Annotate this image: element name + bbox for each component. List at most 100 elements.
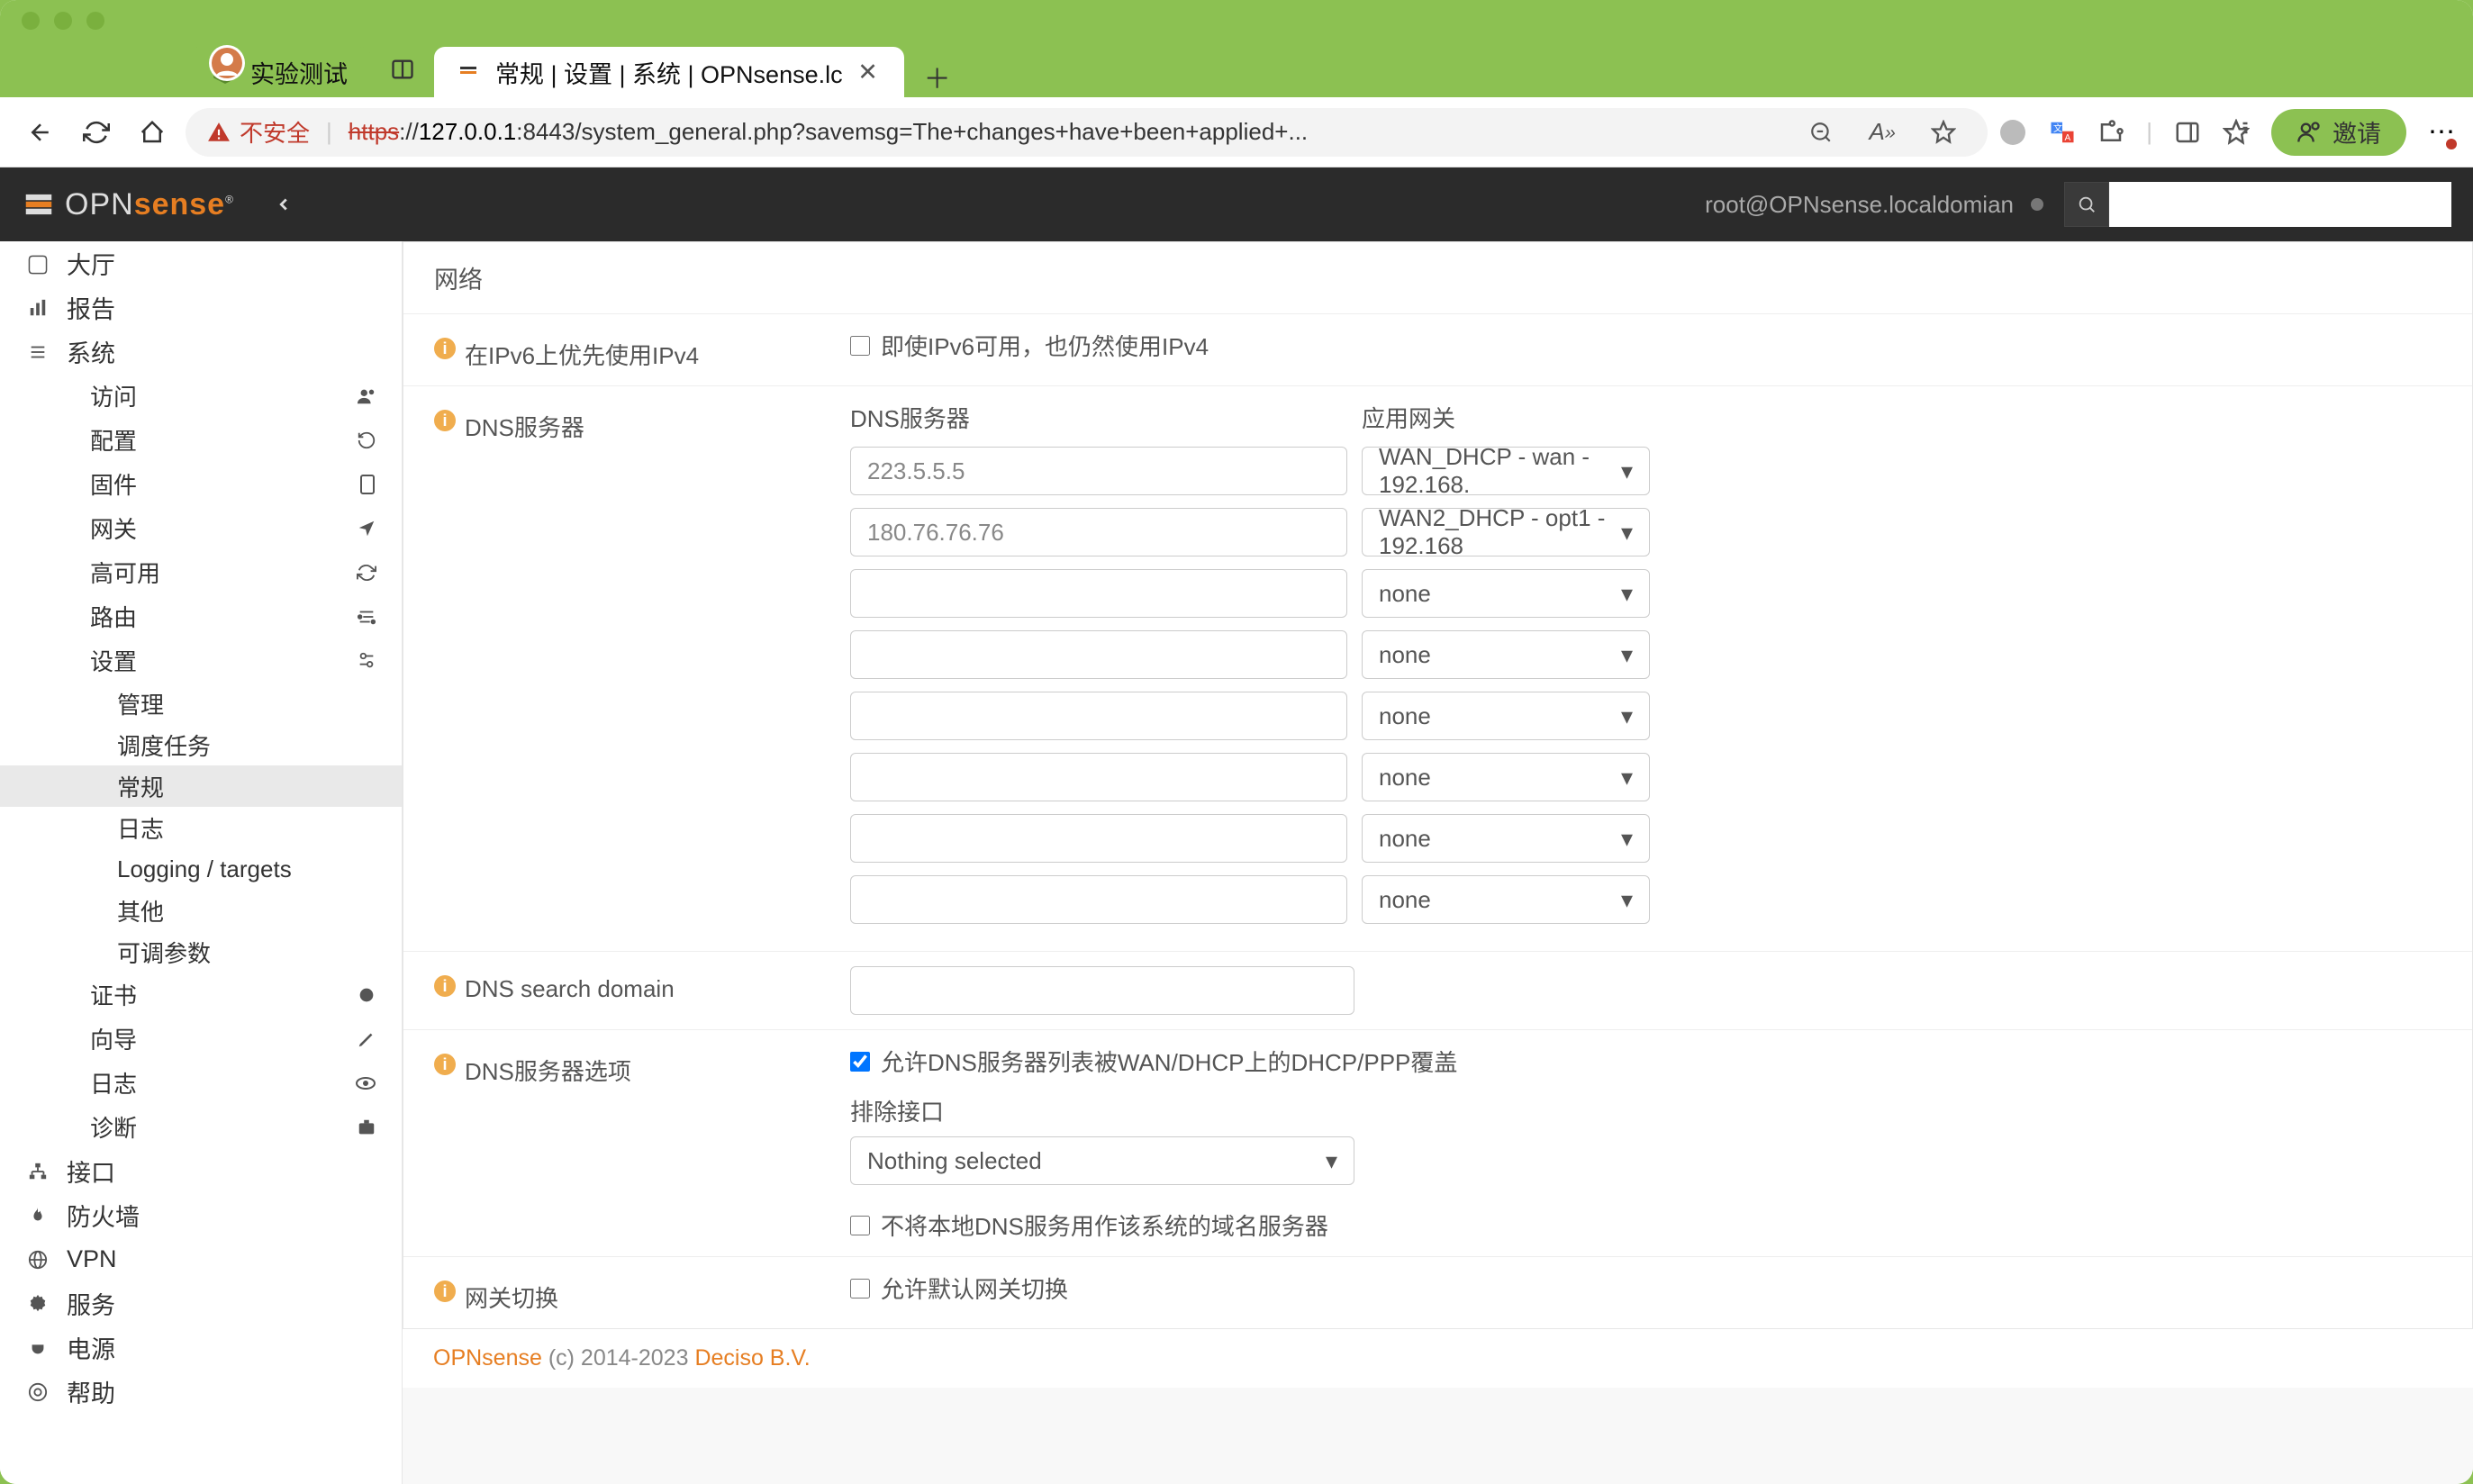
read-aloud-icon[interactable]: A» (1860, 110, 1905, 155)
favorite-icon[interactable] (1921, 110, 1966, 155)
sidebar-item-admin[interactable]: 管理 (0, 683, 402, 724)
sidebar-item-services[interactable]: 服务 (0, 1281, 402, 1326)
back-button[interactable] (18, 110, 63, 155)
dns-row: none▾ (850, 875, 2454, 924)
sidebar-item-syslog[interactable]: 日志 (0, 1061, 402, 1105)
sidebar-item-power[interactable]: 电源 (0, 1326, 402, 1370)
sidebar-item-report[interactable]: 报告 (0, 285, 402, 330)
prefer-ipv4-checkbox[interactable]: 即使IPv6可用，也仍然使用IPv4 (850, 329, 2454, 362)
traffic-min[interactable] (54, 12, 72, 30)
dns-ip-input[interactable] (850, 692, 1347, 740)
exclude-if-label: 排除接口 (850, 1094, 2454, 1127)
profile-avatar[interactable] (209, 45, 245, 81)
sidebar-item-misc[interactable]: 其他 (0, 890, 402, 931)
sidebar-item-lobby[interactable]: ▢ 大厅 (0, 241, 402, 285)
field-label: 在IPv6上优先使用IPv4 (465, 338, 699, 371)
account-dot[interactable] (1998, 118, 2027, 147)
dns-override-checkbox[interactable]: 允许DNS服务器列表被WAN/DHCP上的DHCP/PPP覆盖 (850, 1045, 2454, 1078)
traffic-close[interactable] (22, 12, 40, 30)
sidebar-item-firewall[interactable]: 防火墙 (0, 1193, 402, 1237)
info-icon[interactable]: i (434, 338, 456, 359)
no-local-dns-checkbox[interactable]: 不将本地DNS服务用作该系统的域名服务器 (850, 1208, 2454, 1242)
checkbox-input[interactable] (850, 1052, 870, 1072)
search-input[interactable] (2109, 182, 2451, 227)
sidebar-item-help[interactable]: 帮助 (0, 1370, 402, 1414)
globe-icon (25, 1250, 50, 1270)
dns-ip-input[interactable] (850, 753, 1347, 801)
checkbox-input[interactable] (850, 1279, 870, 1298)
sidebar-item-cert[interactable]: 证书 (0, 973, 402, 1017)
select-value: none (1379, 580, 1431, 608)
sidebar-item-log[interactable]: 日志 (0, 807, 402, 848)
dns-gateway-select[interactable]: none▾ (1362, 630, 1650, 679)
collapse-sidebar-button[interactable] (261, 182, 306, 227)
dns-search-input[interactable] (850, 966, 1354, 1015)
translate-icon[interactable]: 文A (2049, 119, 2076, 146)
footer-brand-link[interactable]: OPNsense (433, 1345, 542, 1371)
footer-company-link[interactable]: Deciso B.V. (694, 1345, 810, 1371)
close-icon[interactable]: ✕ (856, 59, 881, 85)
dns-ip-input[interactable] (850, 569, 1347, 618)
sidebar-item-vpn[interactable]: VPN (0, 1237, 402, 1281)
dns-ip-input[interactable] (850, 630, 1347, 679)
dns-gateway-select[interactable]: none▾ (1362, 753, 1650, 801)
favorites-hub-icon[interactable] (2223, 119, 2250, 146)
dns-gateway-select[interactable]: none▾ (1362, 692, 1650, 740)
extensions-icon[interactable] (2097, 119, 2124, 146)
checkbox-input[interactable] (850, 1216, 870, 1235)
sidebar-item-label: VPN (67, 1245, 376, 1273)
sidebar-item-cron[interactable]: 调度任务 (0, 724, 402, 765)
new-tab-button[interactable]: ＋ (917, 56, 958, 97)
zoom-out-icon[interactable] (1798, 110, 1843, 155)
list-icon (25, 342, 50, 362)
tab-row: 实验测试 常规 | 设置 | 系统 | OPNsense.lc ✕ ＋ (0, 41, 2473, 97)
sidebar-item-ha[interactable]: 高可用 (0, 550, 402, 594)
dns-gateway-select[interactable]: none▾ (1362, 875, 1650, 924)
checkbox-input[interactable] (850, 336, 870, 356)
sidebar-item-route[interactable]: 路由 (0, 594, 402, 638)
exclude-if-select[interactable]: Nothing selected▾ (850, 1136, 1354, 1185)
sidebar-item-label: Logging / targets (117, 855, 376, 883)
dns-gateway-select[interactable]: WAN_DHCP - wan - 192.168.▾ (1362, 447, 1650, 495)
caret-icon: ▾ (1621, 886, 1633, 914)
warning-icon (207, 121, 231, 144)
sidebar-item-label: 报告 (67, 290, 376, 325)
opnsense-logo[interactable]: OPNsense® (22, 187, 234, 222)
dns-gateway-select[interactable]: none▾ (1362, 569, 1650, 618)
sidebar-item-tunable[interactable]: 可调参数 (0, 931, 402, 973)
sidebar-item-system[interactable]: 系统 (0, 330, 402, 374)
dns-row: WAN2_DHCP - opt1 - 192.168▾ (850, 508, 2454, 556)
search-button[interactable] (2064, 182, 2109, 227)
url-bar[interactable]: 不安全 | https://127.0.0.1:8443/system_gene… (186, 108, 1988, 157)
dns-gateway-select[interactable]: WAN2_DHCP - opt1 - 192.168▾ (1362, 508, 1650, 556)
sidebar-item-firmware[interactable]: 固件 (0, 462, 402, 506)
info-icon[interactable]: i (434, 1054, 456, 1075)
refresh-button[interactable] (74, 110, 119, 155)
sidebar-item-general[interactable]: 常规 (0, 765, 402, 807)
gw-switch-checkbox[interactable]: 允许默认网关切换 (850, 1271, 2454, 1305)
sidebar-item-settings[interactable]: 设置 (0, 638, 402, 683)
traffic-max[interactable] (86, 12, 104, 30)
tab-opnsense[interactable]: 常规 | 设置 | 系统 | OPNsense.lc ✕ (434, 47, 904, 97)
sidebar-item-logging-targets[interactable]: Logging / targets (0, 848, 402, 890)
more-icon[interactable]: ⋯ (2428, 116, 2455, 148)
sidebar-item-gateway[interactable]: 网关 (0, 506, 402, 550)
sidebar-item-config[interactable]: 配置 (0, 418, 402, 462)
dns-ip-input[interactable] (850, 814, 1347, 863)
dns-gateway-select[interactable]: none▾ (1362, 814, 1650, 863)
invite-button[interactable]: 邀请 (2271, 109, 2406, 156)
sidebar-item-diag[interactable]: 诊断 (0, 1105, 402, 1149)
tab-split-icon[interactable] (380, 47, 425, 92)
sidebar-item-interfaces[interactable]: 接口 (0, 1149, 402, 1193)
sidebar-item-access[interactable]: 访问 (0, 374, 402, 418)
info-icon[interactable]: i (434, 975, 456, 997)
info-icon[interactable]: i (434, 1280, 456, 1302)
sliders-icon (357, 651, 376, 671)
sidebar-icon[interactable] (2174, 119, 2201, 146)
dns-ip-input[interactable] (850, 447, 1347, 495)
dns-ip-input[interactable] (850, 875, 1347, 924)
sidebar-item-wizard[interactable]: 向导 (0, 1017, 402, 1061)
dns-ip-input[interactable] (850, 508, 1347, 556)
info-icon[interactable]: i (434, 410, 456, 431)
home-button[interactable] (130, 110, 175, 155)
